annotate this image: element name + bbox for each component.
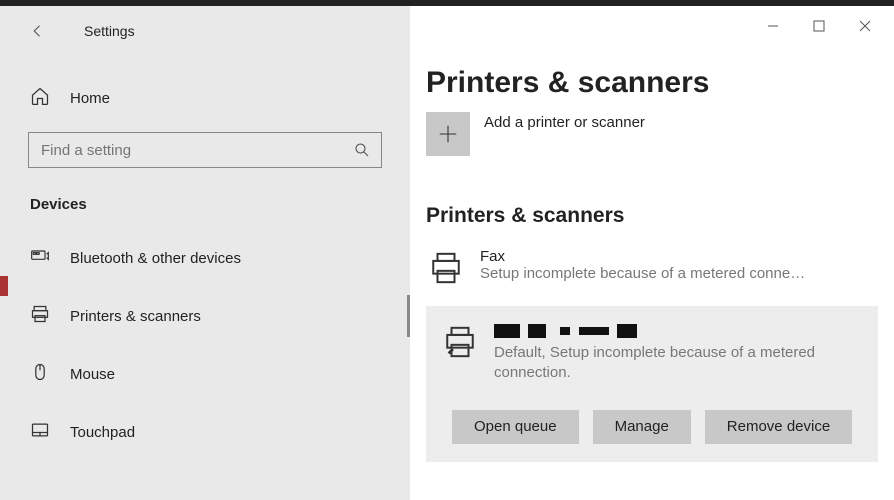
selected-device-card[interactable]: Default, Setup incomplete because of a m…: [426, 306, 878, 462]
device-row-fax[interactable]: Fax Setup incomplete because of a metere…: [426, 244, 894, 292]
sidebar-section-title: Devices: [30, 196, 410, 213]
sidebar-item-label: Touchpad: [70, 424, 135, 441]
mouse-icon: [30, 362, 50, 387]
search-input[interactable]: [29, 133, 341, 167]
close-button[interactable]: [842, 10, 888, 42]
sidebar-item-label: Bluetooth & other devices: [70, 250, 241, 267]
sidebar-item-label: Mouse: [70, 366, 115, 383]
sidebar-item-label: Printers & scanners: [70, 308, 201, 325]
device-name: Fax: [480, 248, 805, 265]
plus-icon: [426, 112, 470, 156]
sidebar-item-mouse[interactable]: Mouse: [0, 345, 410, 403]
window-title: Settings: [84, 23, 135, 39]
minimize-button[interactable]: [750, 10, 796, 42]
add-printer-label: Add a printer or scanner: [484, 114, 645, 131]
home-label: Home: [70, 90, 110, 107]
selected-device-status: Default, Setup incomplete because of a m…: [494, 343, 864, 384]
printer-default-icon: [440, 322, 480, 362]
add-printer-button[interactable]: Add a printer or scanner: [426, 112, 894, 156]
open-queue-button[interactable]: Open queue: [452, 410, 579, 444]
search-input-wrap[interactable]: [28, 132, 382, 168]
sidebar-item-touchpad[interactable]: Touchpad: [0, 403, 410, 461]
back-icon[interactable]: [28, 21, 48, 41]
printer-icon: [30, 304, 50, 329]
page-title: Printers & scanners: [426, 66, 894, 100]
main-panel: Printers & scanners Add a printer or sca…: [410, 6, 894, 500]
device-status: Setup incomplete because of a metered co…: [480, 265, 805, 282]
touchpad-icon: [30, 420, 50, 445]
sidebar-item-bluetooth[interactable]: Bluetooth & other devices: [0, 229, 410, 287]
selected-device-name: [494, 322, 864, 339]
sidebar-item-printers[interactable]: Printers & scanners: [0, 287, 410, 345]
bluetooth-devices-icon: [30, 246, 50, 271]
maximize-button[interactable]: [796, 10, 842, 42]
manage-button[interactable]: Manage: [593, 410, 691, 444]
home-nav[interactable]: Home: [0, 76, 410, 120]
home-icon: [30, 86, 50, 111]
printer-icon: [426, 248, 466, 288]
remove-device-button[interactable]: Remove device: [705, 410, 852, 444]
device-list-title: Printers & scanners: [426, 204, 894, 228]
sidebar: Settings Home: [0, 6, 410, 500]
search-icon: [353, 141, 371, 164]
